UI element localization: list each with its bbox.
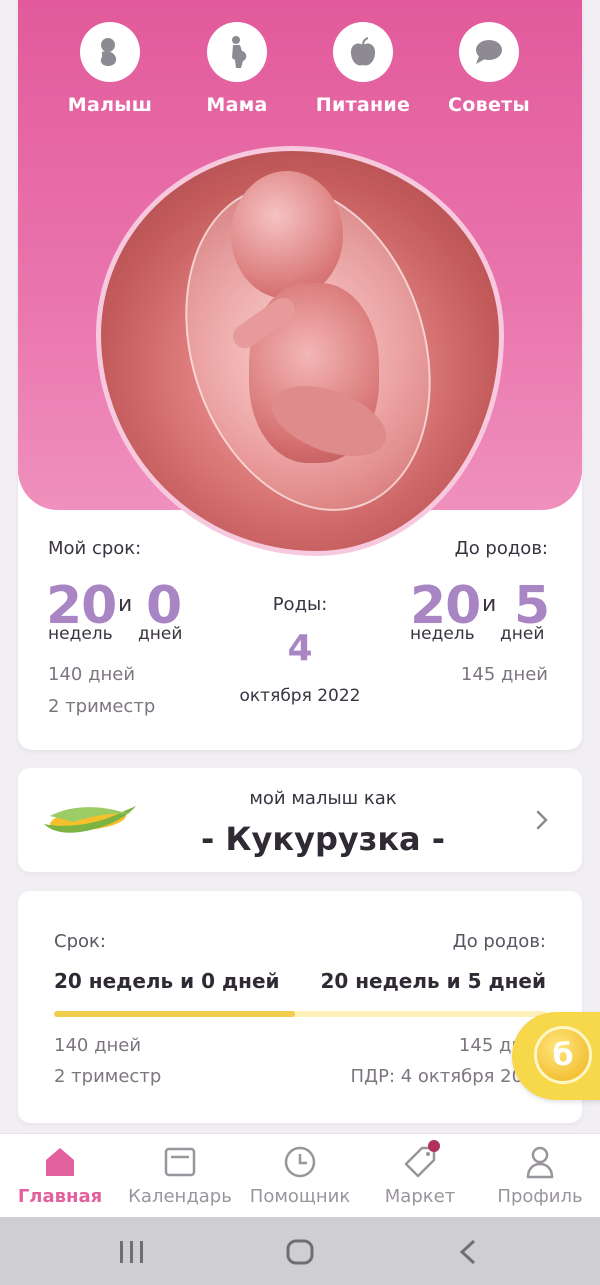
nav-assistant[interactable]: Помощник: [240, 1134, 360, 1218]
category-nutrition[interactable]: Питание: [303, 22, 423, 116]
category-mother[interactable]: Мама: [177, 22, 297, 116]
nav-label: Профиль: [497, 1186, 583, 1207]
trimester: 2 триместр: [54, 1066, 162, 1087]
my-and: и: [118, 592, 133, 617]
weeks-unit: недель: [410, 624, 475, 644]
to-birth-label: До родов:: [452, 931, 546, 952]
corn-icon: [40, 798, 140, 842]
fetus-head: [231, 171, 343, 299]
birth-day: 4: [287, 628, 313, 669]
left-total-days: 145 дней: [460, 664, 548, 685]
home-system-icon[interactable]: [286, 1239, 314, 1269]
nav-market[interactable]: Маркет: [360, 1134, 480, 1218]
progress-card: Срок: 20 недель и 0 дней До родов: 20 не…: [18, 891, 582, 1123]
category-label: Советы: [448, 94, 530, 116]
chat-bubble-icon: [459, 22, 519, 82]
category-label: Малыш: [67, 94, 153, 116]
left-and: и: [482, 592, 497, 617]
days-unit: дней: [500, 624, 545, 644]
pregnant-mother-icon: [207, 22, 267, 82]
apple-icon: [333, 22, 393, 82]
baby-size-caption: мой малыш как: [249, 788, 397, 809]
baby-size-name: - Кукурузка -: [200, 820, 446, 858]
profile-icon: [522, 1144, 558, 1180]
nav-label: Маркет: [384, 1186, 456, 1207]
category-label: Мама: [206, 94, 268, 116]
my-term-label: Мой срок:: [48, 538, 142, 559]
category-tips[interactable]: Советы: [429, 22, 549, 116]
to-birth-value: 20 недель и 5 дней: [320, 969, 546, 993]
recent-apps-icon[interactable]: [118, 1239, 146, 1269]
birth-label: Роды:: [272, 594, 328, 615]
bottom-navigation: Главная Календарь Помощник Маркет Профил…: [0, 1133, 600, 1218]
pregnancy-summary-card: Малыш Мама Питание Советы Мой срок: 20 и…: [18, 0, 582, 750]
progress-fill: [54, 1011, 296, 1017]
notification-dot: [428, 1140, 440, 1152]
coin-icon: б: [534, 1026, 592, 1084]
nav-profile[interactable]: Профиль: [480, 1134, 600, 1218]
back-icon[interactable]: [456, 1239, 480, 1269]
nav-calendar[interactable]: Календарь: [120, 1134, 240, 1218]
calendar-icon: [162, 1144, 198, 1180]
bonus-coins-button[interactable]: б: [512, 1012, 600, 1100]
weeks-unit: недель: [48, 624, 113, 644]
nav-label: Помощник: [249, 1186, 351, 1207]
days-passed: 140 дней: [54, 1035, 142, 1056]
category-baby[interactable]: Малыш: [50, 22, 170, 116]
baby-icon: [80, 22, 140, 82]
my-total-days: 140 дней: [48, 664, 136, 685]
clock-icon: [282, 1144, 318, 1180]
system-navigation-bar: [0, 1217, 600, 1285]
pregnancy-progress-bar: [54, 1011, 546, 1017]
days-unit: дней: [138, 624, 183, 644]
nav-label: Календарь: [128, 1186, 232, 1207]
chevron-right-icon: [534, 808, 550, 832]
birth-month-year: октября 2022: [239, 686, 361, 706]
nav-label: Главная: [17, 1186, 103, 1207]
home-icon: [42, 1144, 78, 1180]
price-tag-icon: [402, 1140, 440, 1180]
to-birth-label: До родов:: [454, 538, 548, 559]
category-label: Питание: [315, 94, 411, 116]
baby-size-card[interactable]: мой малыш как - Кукурузка -: [18, 768, 582, 872]
term-value: 20 недель и 0 дней: [54, 969, 280, 993]
term-label: Срок:: [54, 931, 106, 952]
trimester: 2 триместр: [48, 696, 156, 717]
nav-home[interactable]: Главная: [0, 1134, 120, 1218]
